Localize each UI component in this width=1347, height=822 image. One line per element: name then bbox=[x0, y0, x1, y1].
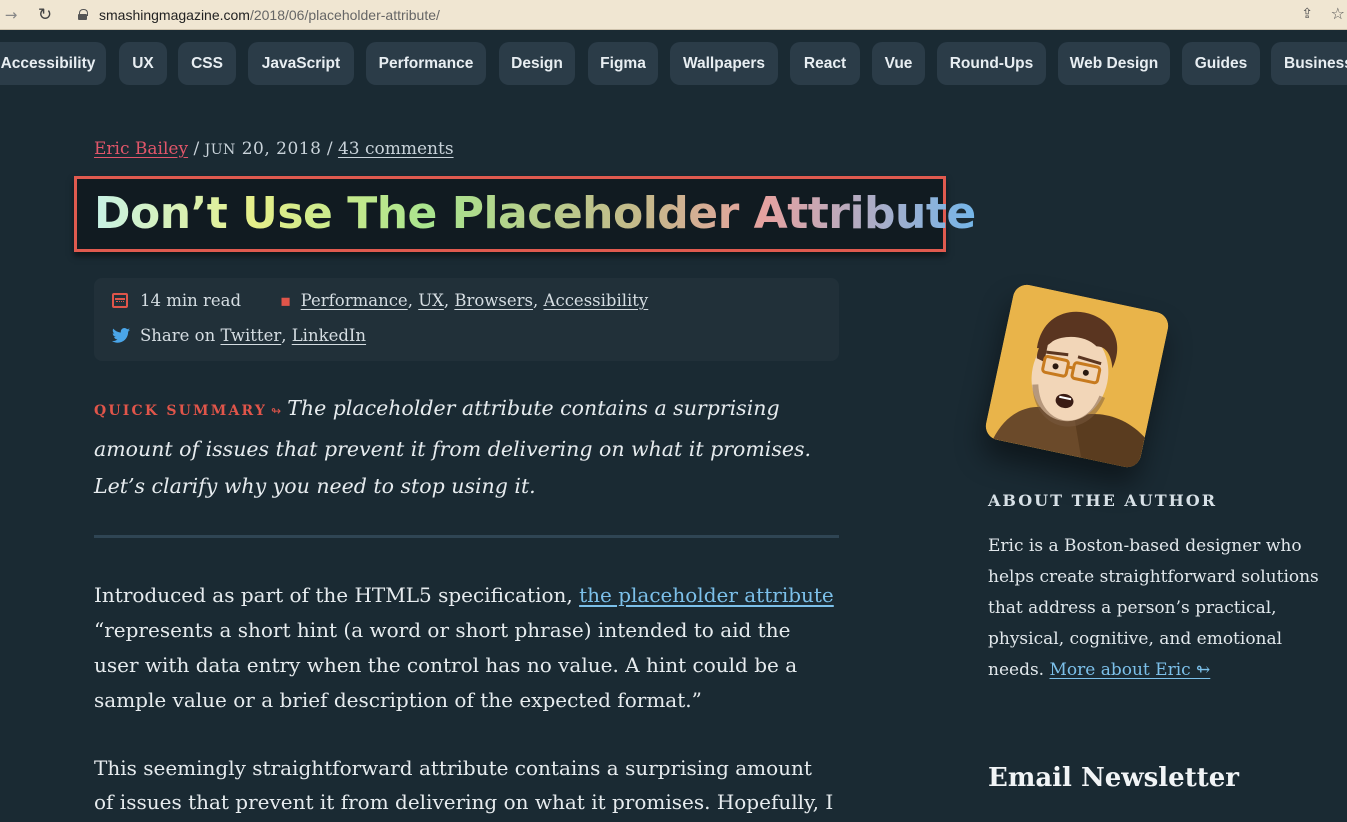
author-illustration bbox=[983, 282, 1171, 470]
tag-ux[interactable]: UX bbox=[418, 291, 444, 310]
category-web-design[interactable]: Web Design bbox=[1058, 42, 1170, 85]
category-performance[interactable]: Performance bbox=[366, 42, 486, 85]
calendar-icon bbox=[112, 293, 128, 308]
byline-separator: / bbox=[193, 139, 200, 159]
publish-day-year: 20, 2018 bbox=[241, 139, 322, 159]
back-arrow-icon[interactable]: → bbox=[0, 6, 22, 24]
p1-intro: Introduced as part of the HTML5 specific… bbox=[94, 583, 580, 607]
p1-quote: “represents a short hint (a word or shor… bbox=[94, 618, 798, 712]
read-time: 14 min read bbox=[140, 291, 242, 310]
meta-row-info: 14 min read ◆ Performance, UX, Browsers,… bbox=[112, 290, 649, 311]
url-host: smashingmagazine.com bbox=[99, 6, 250, 23]
category-guides[interactable]: Guides bbox=[1182, 42, 1260, 85]
browser-toolbar: → ↻ smashingmagazine.com/2018/06/placeho… bbox=[0, 0, 1347, 30]
reload-icon[interactable]: ↻ bbox=[34, 5, 56, 25]
article-meta-card: 14 min read ◆ Performance, UX, Browsers,… bbox=[94, 278, 839, 361]
category-figma[interactable]: Figma bbox=[588, 42, 658, 85]
share-icon[interactable]: ⇪ bbox=[1301, 6, 1313, 22]
more-about-author-link[interactable]: More about Eric ↬ bbox=[1049, 660, 1210, 680]
comments-link[interactable]: 43 comments bbox=[338, 139, 454, 159]
category-nav: Accessibility UX CSS JavaScript Performa… bbox=[0, 42, 1347, 86]
category-wallpapers[interactable]: Wallpapers bbox=[670, 42, 778, 85]
category-round-ups[interactable]: Round-Ups bbox=[937, 42, 1046, 85]
lock-icon[interactable] bbox=[78, 9, 88, 20]
share-linkedin-link[interactable]: LinkedIn bbox=[292, 326, 366, 345]
share-twitter-link[interactable]: Twitter bbox=[220, 326, 281, 345]
publish-month: JUN bbox=[204, 142, 236, 158]
body-paragraph-1: Introduced as part of the HTML5 specific… bbox=[94, 578, 834, 718]
body-paragraph-2: This seemingly straightforward attribute… bbox=[94, 756, 834, 814]
page-title: Don’t Use The Placeholder Attribute bbox=[94, 188, 976, 239]
summary-arrow-icon: ↬ bbox=[271, 404, 282, 418]
category-ux[interactable]: UX bbox=[119, 42, 167, 85]
about-author-bio: Eric is a Boston-based designer who help… bbox=[988, 531, 1338, 686]
tag-icon: ◆ bbox=[274, 290, 296, 311]
share-label: Share on bbox=[140, 326, 216, 345]
bookmark-star-icon[interactable]: ☆ bbox=[1331, 4, 1345, 23]
category-accessibility[interactable]: Accessibility bbox=[0, 42, 106, 85]
tag-accessibility[interactable]: Accessibility bbox=[544, 291, 649, 310]
address-bar[interactable]: smashingmagazine.com/2018/06/placeholder… bbox=[99, 7, 440, 23]
category-business[interactable]: Business bbox=[1271, 42, 1347, 85]
category-vue[interactable]: Vue bbox=[872, 42, 925, 85]
publish-date: JUN 20, 2018 bbox=[205, 139, 322, 159]
section-divider bbox=[94, 535, 839, 538]
category-css[interactable]: CSS bbox=[178, 42, 236, 85]
tag-performance[interactable]: Performance bbox=[301, 291, 408, 310]
tag-browsers[interactable]: Browsers bbox=[454, 291, 533, 310]
newsletter-heading: Email Newsletter bbox=[988, 763, 1239, 793]
author-avatar[interactable] bbox=[983, 282, 1171, 470]
twitter-bird-icon bbox=[112, 328, 130, 343]
category-react[interactable]: React bbox=[790, 42, 860, 85]
url-path: /2018/06/placeholder-attribute/ bbox=[249, 6, 440, 23]
category-javascript[interactable]: JavaScript bbox=[248, 42, 354, 85]
quick-summary: QUICK SUMMARY ↬ The placeholder attribute … bbox=[94, 390, 834, 506]
quick-summary-label: QUICK SUMMARY bbox=[94, 403, 268, 419]
byline-separator: / bbox=[326, 139, 333, 159]
article-byline: Eric Bailey / JUN 20, 2018 / 43 comments bbox=[94, 139, 454, 159]
category-design[interactable]: Design bbox=[499, 42, 575, 85]
meta-row-share: Share on Twitter, LinkedIn bbox=[112, 326, 366, 345]
placeholder-attribute-link[interactable]: the placeholder attribute bbox=[579, 583, 834, 607]
about-author-text: Eric is a Boston-based designer who help… bbox=[988, 536, 1319, 680]
author-link[interactable]: Eric Bailey bbox=[94, 139, 188, 159]
about-author-heading: ABOUT THE AUTHOR bbox=[988, 491, 1218, 510]
